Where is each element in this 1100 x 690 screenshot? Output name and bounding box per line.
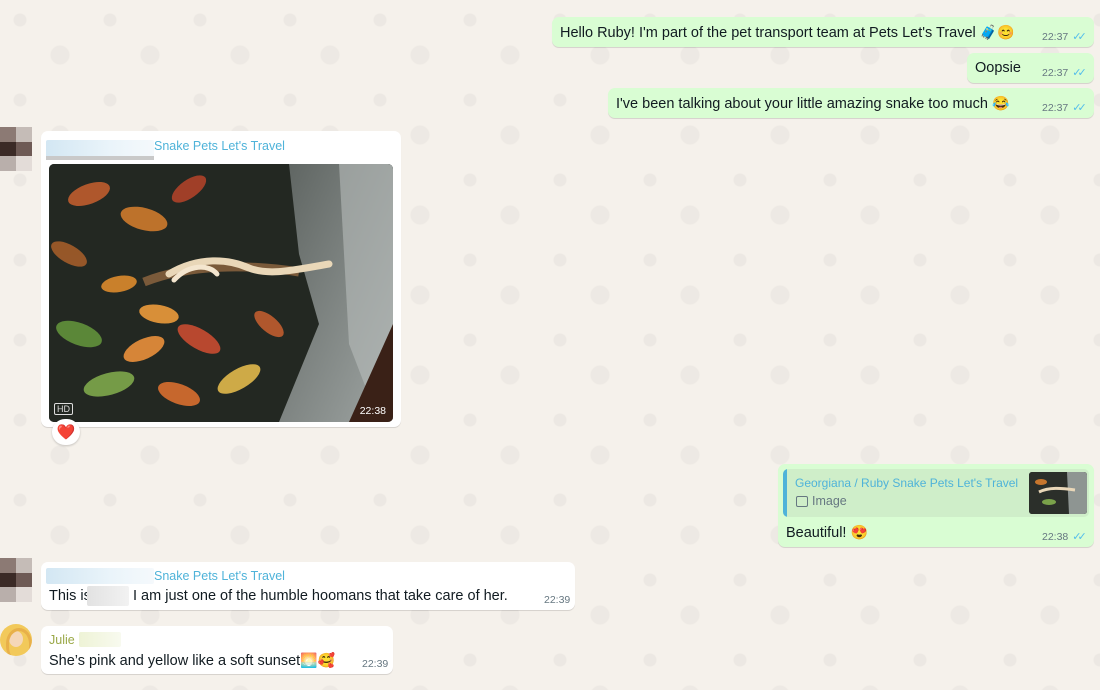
julie-avatar[interactable] bbox=[0, 624, 32, 656]
message-outgoing[interactable]: Hello Ruby! I'm part of the pet transpor… bbox=[552, 17, 1094, 47]
quote-accent-bar bbox=[783, 469, 787, 517]
message-text: Hello Ruby! I'm part of the pet transpor… bbox=[560, 24, 1015, 41]
image-icon bbox=[796, 496, 808, 507]
sender-avatar[interactable] bbox=[0, 127, 32, 171]
quote-thumbnail bbox=[1029, 472, 1087, 514]
message-incoming[interactable]: Snake Pets Let's Travel This is I am jus… bbox=[41, 562, 575, 610]
redacted-name bbox=[87, 586, 129, 606]
sunset-smile-emoji: 🌅🥰 bbox=[300, 652, 336, 668]
heart-reaction-icon[interactable]: ❤️ bbox=[52, 419, 80, 445]
message-text: She’s pink and yellow like a soft sunset… bbox=[49, 652, 335, 669]
reaction-emoji: ❤️ bbox=[56, 424, 76, 441]
double-check-icon: ✓✓ bbox=[1072, 67, 1087, 79]
double-check-icon: ✓✓ bbox=[1072, 31, 1087, 43]
hd-badge-icon: HD bbox=[54, 403, 73, 415]
message-outgoing[interactable]: Oopsie 22:37 ✓✓ bbox=[967, 53, 1094, 83]
message-text-part-2: I am just one of the humble hoomans that… bbox=[133, 588, 508, 604]
sender-name: Snake Pets Let's Travel bbox=[154, 139, 285, 153]
sender-underline bbox=[46, 156, 154, 160]
heart-eyes-emoji: 😍 bbox=[850, 524, 868, 540]
message-body: I've been talking about your little amaz… bbox=[616, 96, 988, 112]
message-text-part-1: This is bbox=[49, 588, 91, 604]
sender-name: Julie bbox=[49, 633, 75, 647]
message-time: 22:37 bbox=[1042, 30, 1069, 43]
snake-photo-svg bbox=[49, 164, 393, 422]
message-meta: 22:38 ✓✓ bbox=[1042, 530, 1087, 544]
double-check-icon: ✓✓ bbox=[1072, 102, 1087, 114]
message-text: Oopsie bbox=[975, 60, 1021, 76]
message-time: 22:37 bbox=[1042, 101, 1069, 114]
message-incoming-image[interactable]: Snake Pets Let's Travel HD 22:38 bbox=[41, 131, 401, 427]
message-text: I've been talking about your little amaz… bbox=[616, 95, 1009, 112]
sender-name-redacted bbox=[46, 568, 154, 584]
message-incoming[interactable]: Julie She’s pink and yellow like a soft … bbox=[41, 626, 393, 674]
message-meta: 22:39 bbox=[362, 658, 388, 670]
message-time: 22:39 bbox=[544, 594, 571, 606]
quoted-message[interactable]: Georgiana / Ruby Snake Pets Let's Travel… bbox=[783, 469, 1089, 517]
message-text: Beautiful! 😍 bbox=[786, 524, 868, 541]
snake-photo[interactable]: HD 22:38 bbox=[49, 164, 393, 422]
message-body: She’s pink and yellow like a soft sunset bbox=[49, 653, 301, 669]
message-time: 22:38 bbox=[359, 405, 386, 417]
message-outgoing-reply[interactable]: Georgiana / Ruby Snake Pets Let's Travel… bbox=[778, 464, 1094, 547]
message-outgoing[interactable]: I've been talking about your little amaz… bbox=[608, 88, 1094, 118]
message-meta: 22:37 ✓✓ bbox=[1042, 101, 1087, 115]
message-time: 22:37 bbox=[1042, 66, 1069, 79]
sender-avatar[interactable] bbox=[0, 558, 32, 602]
laughing-emoji: 😂 bbox=[991, 95, 1010, 111]
message-meta: 22:39 bbox=[544, 594, 570, 606]
message-body: Beautiful! bbox=[786, 525, 847, 541]
message-time: 22:39 bbox=[362, 658, 389, 670]
quote-label: Image bbox=[812, 494, 847, 508]
message-meta: 22:37 ✓✓ bbox=[1042, 30, 1087, 44]
message-meta: 22:37 ✓✓ bbox=[1042, 66, 1087, 80]
message-time: 22:38 bbox=[1042, 530, 1069, 543]
message-body: Hello Ruby! I'm part of the pet transpor… bbox=[560, 25, 976, 41]
luggage-smile-emoji: 🧳😊 bbox=[979, 24, 1015, 40]
double-check-icon: ✓✓ bbox=[1072, 531, 1087, 543]
sender-surname-redacted bbox=[79, 632, 121, 647]
sender-name: Snake Pets Let's Travel bbox=[154, 569, 285, 583]
quote-sender: Georgiana / Ruby Snake Pets Let's Travel bbox=[795, 476, 1019, 490]
